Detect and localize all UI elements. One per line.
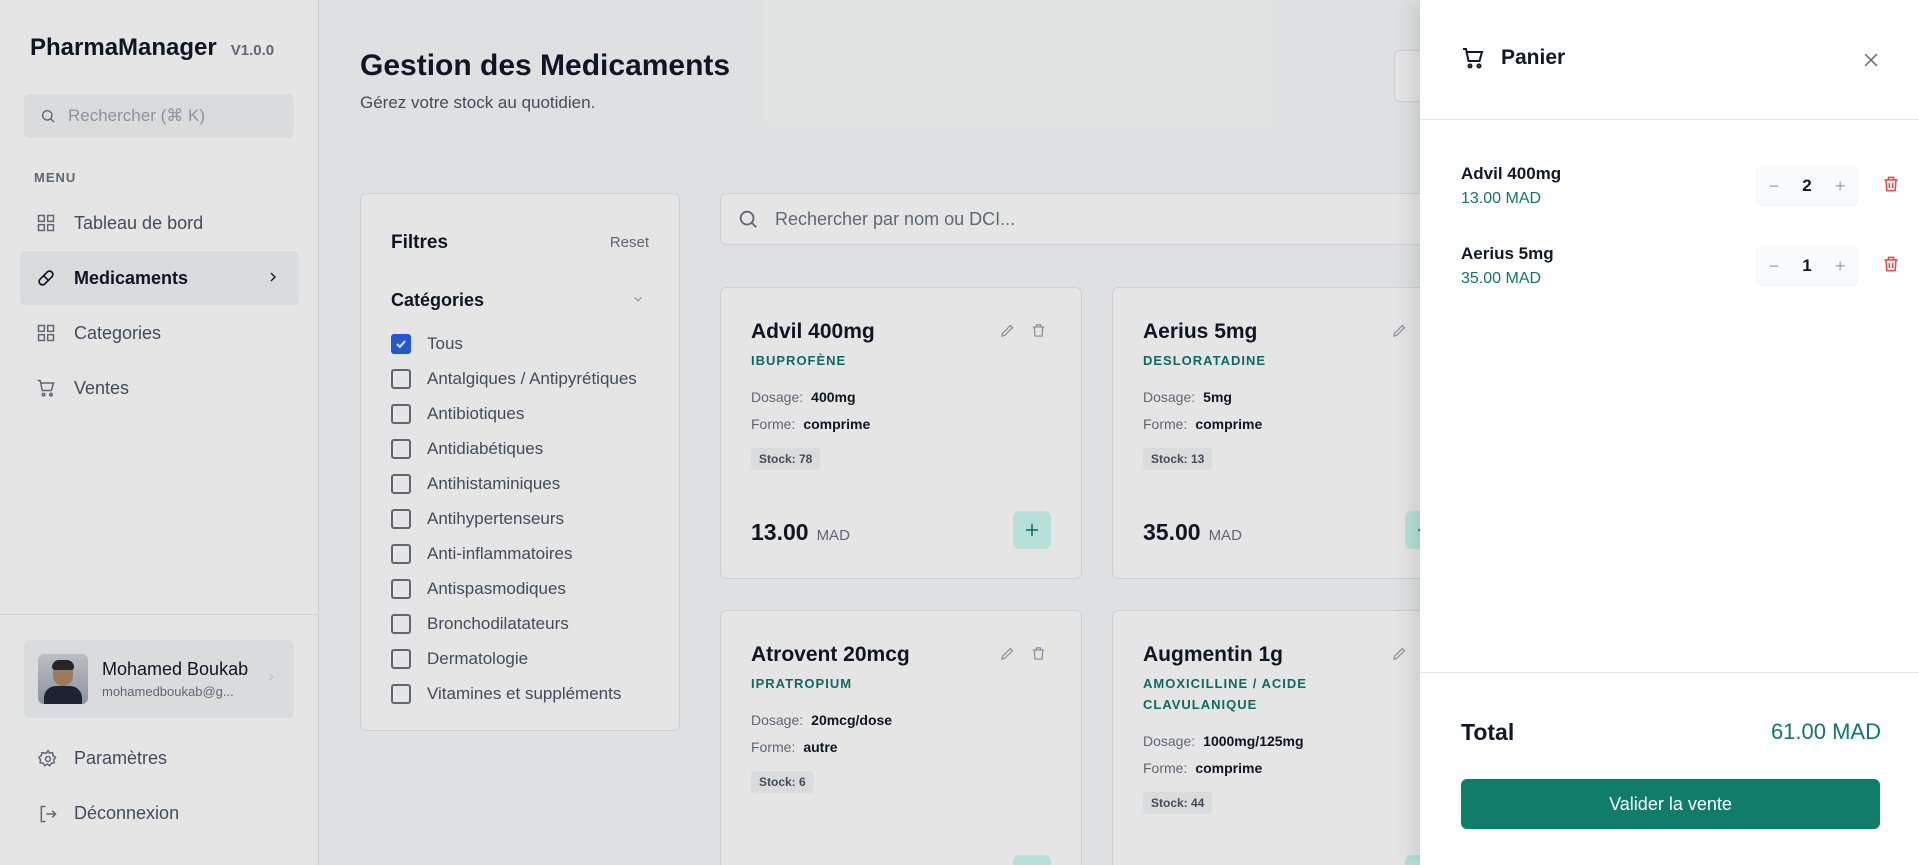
increment-button[interactable]: +	[1835, 256, 1846, 277]
cart-title: Panier	[1461, 46, 1565, 70]
validate-sale-button[interactable]: Valider la vente	[1461, 779, 1880, 829]
cart-drawer: Panier Advil 400mg 13.00 MAD − 2 + Aeriu…	[1420, 0, 1919, 865]
modal-overlay[interactable]	[0, 0, 1420, 865]
quantity-value: 2	[1802, 176, 1812, 195]
cart-item-price: 35.00 MAD	[1461, 270, 1542, 287]
quantity-value: 1	[1802, 256, 1812, 275]
cart-item-name: Aerius 5mg	[1461, 244, 1554, 263]
cart-item-price: 13.00 MAD	[1461, 190, 1542, 207]
cart-item: Aerius 5mg 35.00 MAD − 1 +	[1461, 244, 1898, 304]
trash-icon[interactable]	[1881, 174, 1901, 194]
cart-title-label: Panier	[1501, 46, 1566, 69]
quantity-stepper: − 2 +	[1756, 166, 1858, 206]
total-label: Total	[1461, 719, 1515, 745]
cart-item-name: Advil 400mg	[1461, 164, 1562, 183]
total-value: 61.00 MAD	[1770, 719, 1881, 744]
cart-header: Panier	[1420, 0, 1919, 120]
decrement-button[interactable]: −	[1769, 256, 1780, 277]
quantity-stepper: − 1 +	[1756, 246, 1858, 286]
cart-icon	[1463, 48, 1484, 69]
trash-icon[interactable]	[1881, 254, 1901, 274]
decrement-button[interactable]: −	[1769, 176, 1780, 197]
increment-button[interactable]: +	[1835, 176, 1846, 197]
close-icon[interactable]	[1861, 50, 1881, 70]
cart-item: Advil 400mg 13.00 MAD − 2 +	[1461, 164, 1898, 224]
cart-footer: Total 61.00 MAD Valider la vente	[1420, 672, 1919, 865]
